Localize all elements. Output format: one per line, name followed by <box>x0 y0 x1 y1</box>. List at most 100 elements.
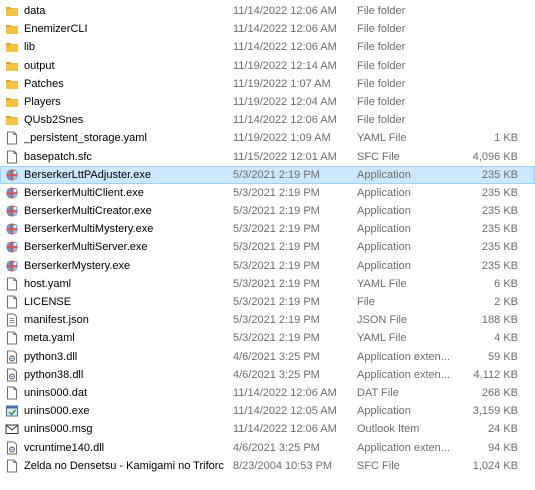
file-row[interactable]: BerserkerMultiCreator.exe 5/3/2021 2:19 P… <box>0 202 535 220</box>
file-row[interactable]: meta.yaml 5/3/2021 2:19 PM YAML File 4 KB <box>0 329 535 347</box>
file-date-modified: 5/3/2021 2:19 PM <box>233 223 320 236</box>
file-type: File <box>357 296 375 308</box>
document-icon <box>5 150 19 164</box>
file-row[interactable]: QUsb2Snes 11/14/2022 12:06 AM File folder <box>0 111 535 129</box>
file-name: host.yaml <box>24 277 72 290</box>
document-icon <box>5 459 19 473</box>
file-date-modified: 5/3/2021 2:19 PM <box>233 332 320 345</box>
file-name: manifest.json <box>24 314 89 327</box>
file-row[interactable]: LICENSE 5/3/2021 2:19 PM File 2 KB <box>0 293 535 311</box>
file-name: BerserkerMultiMystery.exe <box>24 223 154 236</box>
file-type: Application exten... <box>357 441 450 454</box>
file-type: Outlook Item <box>357 423 420 436</box>
file-date-modified: 11/19/2022 1:07 AM <box>233 77 331 90</box>
folder-icon <box>5 22 19 36</box>
file-row[interactable]: unins000.exe 11/14/2022 12:05 AM Applicati… <box>0 402 535 420</box>
file-type: Application exten... <box>357 368 450 381</box>
file-row[interactable]: BerserkerMultiClient.exe 5/3/2021 2:19 PM… <box>0 184 535 202</box>
file-size: 6 KB <box>494 277 518 290</box>
application-icon <box>5 168 19 182</box>
file-date-modified: 11/14/2022 12:06 AM <box>233 41 337 54</box>
folder-icon <box>5 77 19 91</box>
file-row[interactable]: host.yaml 5/3/2021 2:19 PM YAML File 6 KB <box>0 275 535 293</box>
file-type: Application <box>357 405 411 418</box>
document-icon <box>5 295 19 309</box>
file-type: File folder <box>357 95 406 108</box>
file-type: YAML File <box>357 332 407 345</box>
file-size: 24 KB <box>488 423 518 436</box>
file-row[interactable]: BerserkerLttPAdjuster.exe 5/3/2021 2:19 P… <box>0 165 535 184</box>
file-name: Patches <box>24 77 64 90</box>
file-size: 2 KB <box>494 296 518 308</box>
file-type: Application <box>357 205 411 218</box>
file-date-modified: 5/3/2021 2:19 PM <box>233 277 320 290</box>
text-document-icon <box>5 313 19 327</box>
file-row[interactable]: Patches 11/19/2022 1:07 AM File folder <box>0 75 535 93</box>
file-name: data <box>24 5 46 17</box>
file-name: output <box>24 59 55 72</box>
application-icon <box>5 204 19 218</box>
file-name: BerserkerMultiClient.exe <box>24 186 144 199</box>
file-size: 235 KB <box>481 205 518 218</box>
file-name: QUsb2Snes <box>24 114 84 127</box>
document-icon <box>5 331 19 345</box>
file-date-modified: 5/3/2021 2:19 PM <box>233 168 320 181</box>
file-type: File folder <box>357 41 406 54</box>
file-row[interactable]: Players 11/19/2022 12:04 AM File folder <box>0 93 535 111</box>
file-row[interactable]: manifest.json 5/3/2021 2:19 PM JSON File 18… <box>0 311 535 329</box>
application-icon <box>5 259 19 273</box>
dll-icon <box>5 368 19 382</box>
installer-icon <box>5 404 19 418</box>
file-type: YAML File <box>357 277 407 290</box>
dll-icon <box>5 441 19 455</box>
folder-icon <box>5 59 19 73</box>
file-row[interactable]: BerserkerMultiMystery.exe 5/3/2021 2:19 P… <box>0 220 535 238</box>
file-list: data 11/14/2022 12:06 AM File folder Enemiz… <box>0 2 535 475</box>
application-icon <box>5 240 19 254</box>
file-date-modified: 11/14/2022 12:06 AM <box>233 23 337 36</box>
file-size: 235 KB <box>481 259 518 272</box>
file-type: File folder <box>357 5 406 17</box>
file-row[interactable]: Zelda no Densetsu - Kamigami no Triforc.… <box>0 457 535 475</box>
file-date-modified: 11/14/2022 12:06 AM <box>233 114 337 127</box>
file-row[interactable]: BerserkerMultiServer.exe 5/3/2021 2:19 PM… <box>0 238 535 256</box>
file-size: 59 KB <box>488 350 518 363</box>
file-row[interactable]: python38.dll 4/6/2021 3:25 PM Application … <box>0 366 535 384</box>
application-icon <box>5 186 19 200</box>
file-date-modified: 11/14/2022 12:06 AM <box>233 386 337 399</box>
file-row[interactable]: EnemizerCLI 11/14/2022 12:06 AM File folde… <box>0 20 535 38</box>
file-row[interactable]: basepatch.sfc 11/15/2022 12:01 AM SFC File… <box>0 148 535 166</box>
file-name: BerserkerLttPAdjuster.exe <box>24 168 151 181</box>
file-size: 4,112 KB <box>473 368 518 381</box>
file-type: Application <box>357 186 411 199</box>
file-date-modified: 11/19/2022 1:09 AM <box>233 132 331 145</box>
file-type: File folder <box>357 114 406 127</box>
file-size: 4,096 KB <box>472 150 518 163</box>
file-name: python3.dll <box>24 350 78 363</box>
file-date-modified: 11/14/2022 12:06 AM <box>233 5 337 17</box>
file-date-modified: 11/15/2022 12:01 AM <box>233 150 337 163</box>
file-type: JSON File <box>357 314 408 327</box>
file-name: unins000.dat <box>24 386 87 399</box>
file-row[interactable]: BerserkerMystery.exe 5/3/2021 2:19 PM Appl… <box>0 257 535 275</box>
document-icon <box>5 277 19 291</box>
file-row[interactable]: unins000.dat 11/14/2022 12:06 AM DAT File 2… <box>0 384 535 402</box>
file-size: 235 KB <box>481 241 518 254</box>
file-size: 188 KB <box>481 314 518 327</box>
file-row[interactable]: output 11/19/2022 12:14 AM File folder <box>0 57 535 75</box>
document-icon <box>5 386 19 400</box>
file-row[interactable]: lib 11/14/2022 12:06 AM File folder <box>0 38 535 56</box>
file-name: _persistent_storage.yaml <box>24 132 147 145</box>
file-date-modified: 5/3/2021 2:19 PM <box>233 296 320 308</box>
file-date-modified: 5/3/2021 2:19 PM <box>233 205 320 218</box>
file-date-modified: 4/6/2021 3:25 PM <box>233 368 320 381</box>
file-row[interactable]: unins000.msg 11/14/2022 12:06 AM Outlook I… <box>0 420 535 438</box>
file-row[interactable]: python3.dll 4/6/2021 3:25 PM Application e… <box>0 348 535 366</box>
file-name: BerserkerMultiServer.exe <box>24 241 148 254</box>
file-date-modified: 5/3/2021 2:19 PM <box>233 259 320 272</box>
dll-icon <box>5 350 19 364</box>
file-row[interactable]: vcruntime140.dll 4/6/2021 3:25 PM Applicat… <box>0 439 535 457</box>
file-row[interactable]: _persistent_storage.yaml 11/19/2022 1:09 … <box>0 129 535 147</box>
file-row[interactable]: data 11/14/2022 12:06 AM File folder <box>0 2 535 20</box>
file-type: SFC File <box>357 459 400 472</box>
